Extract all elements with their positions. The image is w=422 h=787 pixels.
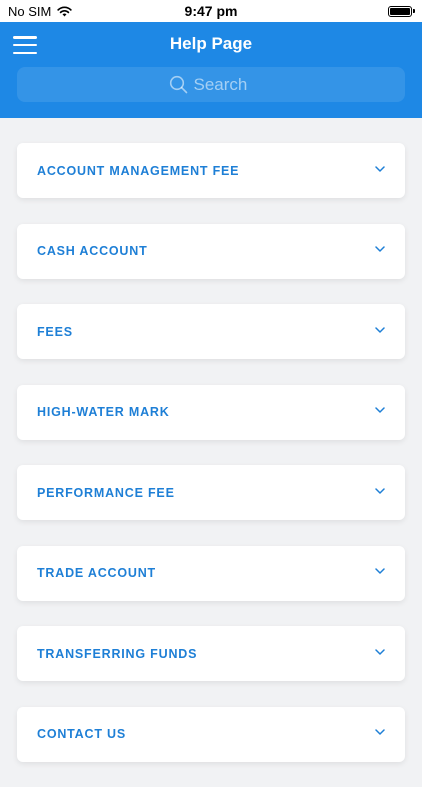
help-item-account-management-fee[interactable]: ACCOUNT MANAGEMENT FEE: [17, 143, 405, 198]
chevron-down-icon: [375, 487, 385, 494]
chevron-down-icon: [375, 246, 385, 252]
chevron-down-icon: [375, 729, 385, 735]
help-item-trade-account[interactable]: TRADE ACCOUNT: [17, 545, 405, 601]
help-item-fees[interactable]: FEES: [17, 304, 405, 359]
help-item-label: PERFORMANCE FEE: [37, 485, 175, 500]
search-icon: [169, 75, 187, 94]
chevron-down-icon: [375, 568, 385, 574]
help-item-label: FEES: [37, 324, 73, 339]
help-item-label: HIGH-WATER MARK: [37, 405, 170, 419]
help-item-performance-fee[interactable]: PERFORMANCE FEE: [17, 465, 405, 520]
wifi-icon: [57, 5, 72, 16]
page-title: Help Page: [169, 34, 253, 53]
chevron-down-icon: [375, 326, 385, 333]
help-item-high-water-mark[interactable]: HIGH-WATER MARK: [17, 384, 405, 440]
help-item-label: TRADE ACCOUNT: [37, 566, 156, 580]
status-bar: No SIM 9:47 pm: [0, 0, 422, 22]
status-left: No SIM: [8, 4, 72, 19]
app-bar: Help Page: [0, 22, 422, 118]
battery-fill: [390, 7, 410, 15]
chevron-down-icon: [375, 407, 385, 413]
help-item-label: CASH ACCOUNT: [37, 244, 148, 258]
carrier-label: No SIM: [8, 3, 52, 19]
help-item-contact-us[interactable]: CONTACT US: [17, 706, 405, 762]
search-bar[interactable]: [17, 67, 405, 102]
search-input[interactable]: [193, 74, 254, 95]
help-item-label: ACCOUNT MANAGEMENT FEE: [37, 163, 240, 178]
help-item-label: TRANSFERRING FUNDS: [37, 646, 198, 661]
help-topic-list: ACCOUNT MANAGEMENT FEE CASH ACCOUNT FEES…: [17, 143, 405, 787]
chevron-down-icon: [375, 648, 385, 655]
help-item-label: CONTACT US: [37, 727, 127, 741]
battery-icon: [388, 5, 415, 17]
help-item-cash-account[interactable]: CASH ACCOUNT: [17, 223, 405, 279]
help-item-transferring-funds[interactable]: TRANSFERRING FUNDS: [17, 626, 405, 681]
chevron-down-icon: [375, 165, 385, 172]
